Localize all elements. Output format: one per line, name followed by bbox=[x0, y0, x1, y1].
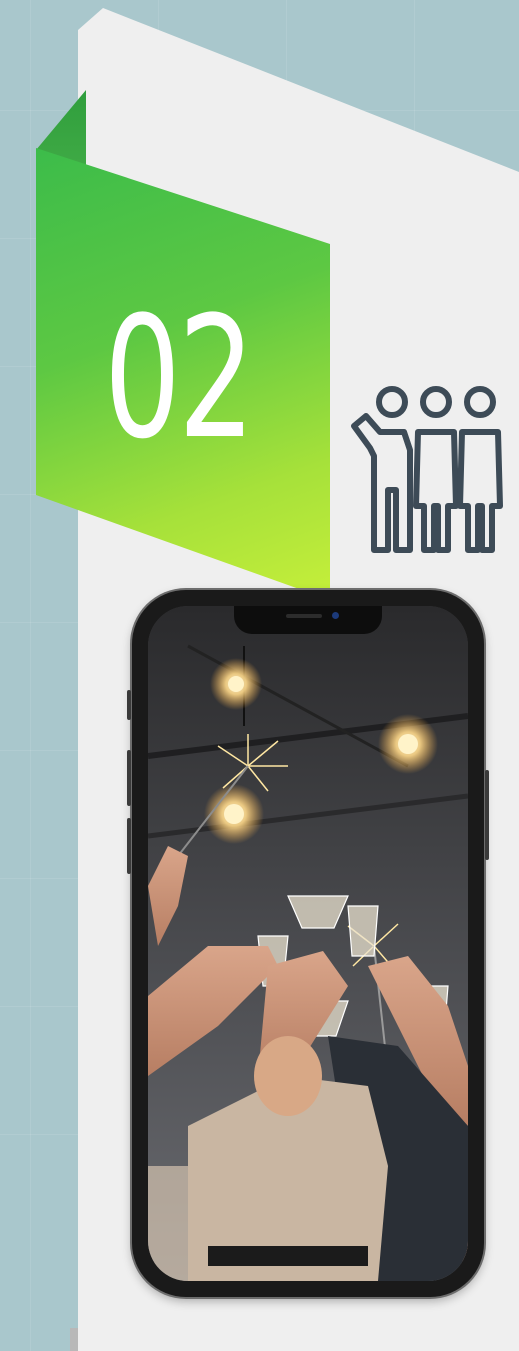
phone-notch bbox=[234, 606, 382, 634]
people-group-icon bbox=[344, 378, 514, 554]
grid-line bbox=[30, 0, 31, 1351]
phone-volume-down bbox=[127, 818, 131, 874]
phone-side-button bbox=[127, 690, 131, 720]
party-photo bbox=[148, 606, 468, 1281]
step-number: 02 bbox=[104, 280, 255, 476]
phone-power-button bbox=[485, 770, 489, 860]
camera-icon bbox=[332, 612, 339, 619]
speaker-icon bbox=[286, 614, 322, 618]
phone-volume-up bbox=[127, 750, 131, 806]
phone-mockup bbox=[127, 590, 489, 1297]
phone-screen bbox=[148, 606, 468, 1281]
